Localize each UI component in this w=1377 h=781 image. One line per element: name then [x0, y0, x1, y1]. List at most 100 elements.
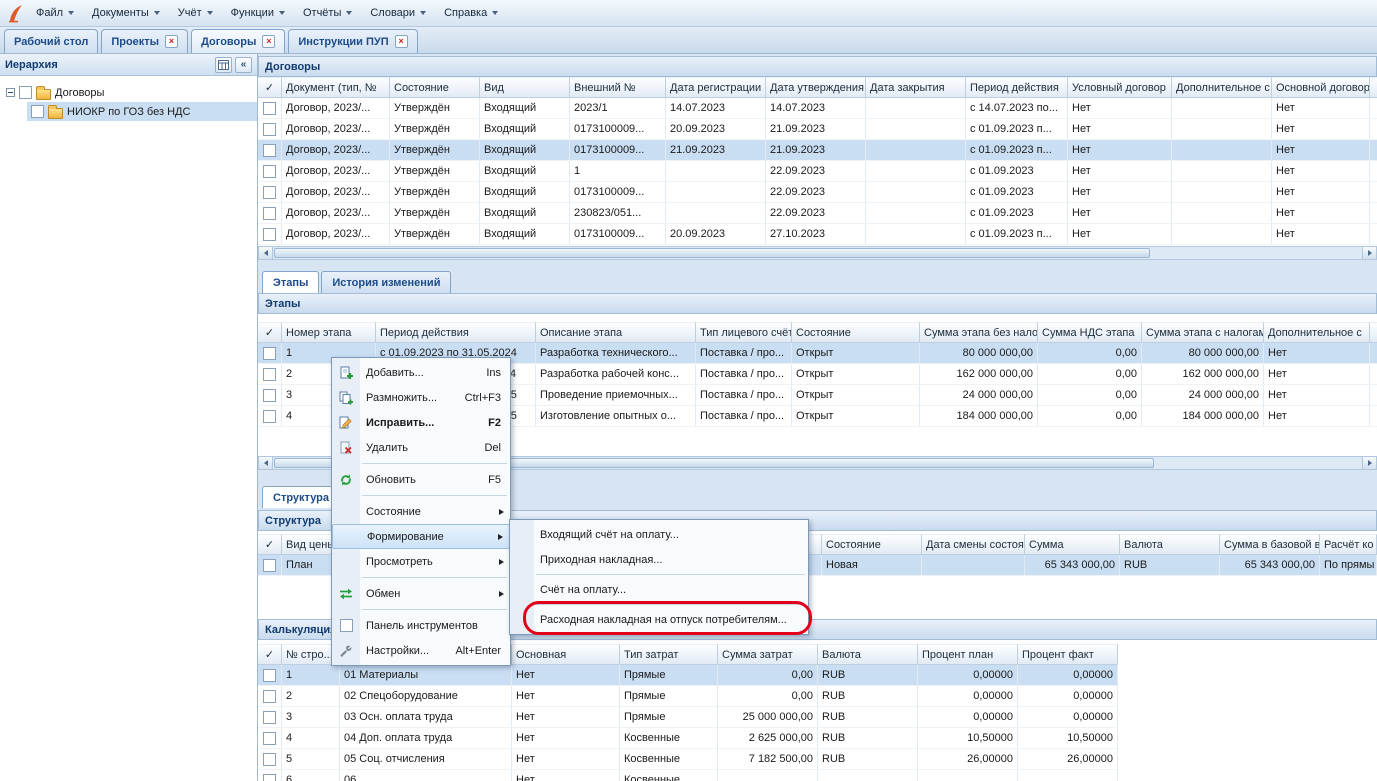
column-header[interactable]: Расчёт ко [1320, 534, 1377, 555]
scroll-right-icon[interactable] [1362, 247, 1376, 259]
calc-row[interactable]: 6 06 ... Нет Косвенные [258, 770, 1118, 781]
collapse-node-icon[interactable] [6, 88, 15, 97]
row-checkbox[interactable] [263, 207, 276, 220]
column-header[interactable]: Внешний № [570, 77, 666, 98]
contract-row[interactable]: Договор, 2023/... Утверждён Входящий 017… [258, 140, 1377, 161]
menubar-item[interactable]: Учёт [169, 0, 222, 26]
column-header[interactable]: Сумма НДС этапа [1038, 322, 1142, 343]
row-checkbox[interactable] [263, 774, 276, 781]
grid-view-icon[interactable] [215, 57, 232, 73]
row-checkbox[interactable] [263, 228, 276, 241]
row-checkbox[interactable] [263, 669, 276, 682]
calc-row[interactable]: 3 03 Осн. оплата труда Нет Прямые 25 000… [258, 707, 1118, 728]
row-checkbox[interactable] [263, 102, 276, 115]
column-header[interactable]: Дата закрытия [866, 77, 966, 98]
select-all-header[interactable]: ✓ [258, 644, 282, 665]
calc-row[interactable]: 1 01 Материалы Нет Прямые 0,00 RUB 0,000… [258, 665, 1118, 686]
tab-change-history[interactable]: История изменений [321, 271, 451, 293]
column-header[interactable]: Сумма затрат [718, 644, 818, 665]
menu-item-refresh[interactable]: Обновить F5 [332, 467, 510, 492]
contract-row[interactable]: Договор, 2023/... Утверждён Входящий 017… [258, 119, 1377, 140]
row-checkbox[interactable] [263, 711, 276, 724]
menu-item-duplicate[interactable]: Размножить... Ctrl+F3 [332, 385, 510, 410]
contract-row[interactable]: Договор, 2023/... Утверждён Входящий 017… [258, 182, 1377, 203]
contract-row[interactable]: Договор, 2023/... Утверждён Входящий 230… [258, 203, 1377, 224]
menu-item-delete[interactable]: Удалить Del [332, 435, 510, 460]
collapse-panel-icon[interactable]: « [235, 57, 252, 73]
menu-item-edit[interactable]: Исправить... F2 [332, 410, 510, 435]
column-header[interactable]: Валюта [818, 644, 918, 665]
checkbox-icon[interactable] [340, 619, 353, 632]
menu-item-exchange[interactable]: Обмен [332, 581, 510, 606]
tab-structure[interactable]: Структура [262, 486, 340, 508]
tab-instructions[interactable]: Инструкции ПУП × [288, 29, 417, 53]
column-header[interactable]: Сумма в базовой в [1220, 534, 1320, 555]
column-header[interactable]: Дата смены состоя [922, 534, 1025, 555]
calc-row[interactable]: 5 05 Соц. отчисления Нет Косвенные 7 182… [258, 749, 1118, 770]
column-header[interactable]: Дата утверждения [766, 77, 866, 98]
contract-row[interactable]: Договор, 2023/... Утверждён Входящий 017… [258, 224, 1377, 245]
column-header[interactable]: Описание этапа [536, 322, 696, 343]
menubar-item[interactable]: Отчёты [294, 0, 361, 26]
column-header[interactable]: Период действия [376, 322, 536, 343]
calc-row[interactable]: 2 02 Спецоборудование Нет Прямые 0,00 RU… [258, 686, 1118, 707]
submenu-item-dispatch-note[interactable]: Расходная накладная на отпуск потребител… [510, 607, 808, 632]
row-checkbox[interactable] [263, 347, 276, 360]
scrollbar-thumb[interactable] [274, 248, 1150, 258]
column-header[interactable]: Вид [480, 77, 570, 98]
column-header[interactable]: Тип затрат [620, 644, 718, 665]
tab-stages[interactable]: Этапы [262, 271, 319, 293]
scroll-right-icon[interactable] [1362, 457, 1376, 469]
column-header[interactable]: Документ (тип, № [282, 77, 390, 98]
close-icon[interactable]: × [165, 35, 178, 48]
column-header[interactable]: Условный договор [1068, 77, 1172, 98]
column-header[interactable]: Сумма этапа без налогов [920, 322, 1038, 343]
column-header[interactable]: Процент план [918, 644, 1018, 665]
select-all-header[interactable]: ✓ [258, 77, 282, 98]
column-header[interactable]: Состояние [390, 77, 480, 98]
row-checkbox[interactable] [263, 368, 276, 381]
column-header[interactable]: Процент факт [1018, 644, 1118, 665]
row-checkbox[interactable] [263, 144, 276, 157]
menu-item-view[interactable]: Просмотреть [332, 549, 510, 574]
column-header[interactable]: Состояние [792, 322, 920, 343]
submenu-item-payment-invoice[interactable]: Счёт на оплату... [510, 577, 808, 602]
column-header[interactable]: Состояние [822, 534, 922, 555]
menubar-item[interactable]: Справка [435, 0, 507, 26]
submenu-item-incoming-invoice[interactable]: Входящий счёт на оплату... [510, 522, 808, 547]
tab-desktop[interactable]: Рабочий стол [4, 29, 98, 53]
contracts-hscrollbar[interactable] [258, 246, 1377, 260]
tree-checkbox[interactable] [31, 105, 44, 118]
tab-contracts[interactable]: Договоры × [191, 29, 285, 53]
row-checkbox[interactable] [263, 753, 276, 766]
tree-item-contracts[interactable]: Договоры [0, 83, 257, 102]
menu-item-settings[interactable]: Настройки... Alt+Enter [332, 638, 510, 663]
row-checkbox[interactable] [263, 559, 276, 572]
row-checkbox[interactable] [263, 165, 276, 178]
scroll-left-icon[interactable] [259, 247, 273, 259]
row-checkbox[interactable] [263, 690, 276, 703]
row-checkbox[interactable] [263, 389, 276, 402]
column-header[interactable]: Дополнительное с [1172, 77, 1272, 98]
select-all-header[interactable]: ✓ [258, 534, 282, 555]
menu-item-toolbar-toggle[interactable]: Панель инструментов [332, 613, 510, 638]
submenu-item-receipt-note[interactable]: Приходная накладная... [510, 547, 808, 572]
tree-item-niokr[interactable]: НИОКР по ГОЗ без НДС [27, 102, 257, 121]
row-checkbox[interactable] [263, 732, 276, 745]
calc-row[interactable]: 4 04 Доп. оплата труда Нет Косвенные 2 6… [258, 728, 1118, 749]
column-header[interactable]: Основной договор [1272, 77, 1370, 98]
row-checkbox[interactable] [263, 186, 276, 199]
column-header[interactable]: Дополнительное с [1264, 322, 1370, 343]
tab-projects[interactable]: Проекты × [101, 29, 188, 53]
column-header[interactable]: Дата регистрации [666, 77, 766, 98]
contract-row[interactable]: Договор, 2023/... Утверждён Входящий 1 2… [258, 161, 1377, 182]
row-checkbox[interactable] [263, 123, 276, 136]
tree-checkbox[interactable] [19, 86, 32, 99]
menu-item-state[interactable]: Состояние [332, 499, 510, 524]
column-header[interactable]: Номер этапа [282, 322, 376, 343]
menu-item-formation[interactable]: Формирование [332, 524, 510, 549]
menubar-item[interactable]: Словари [361, 0, 435, 26]
close-icon[interactable]: × [262, 35, 275, 48]
column-header[interactable]: Валюта [1120, 534, 1220, 555]
menubar-item[interactable]: Функции [222, 0, 294, 26]
